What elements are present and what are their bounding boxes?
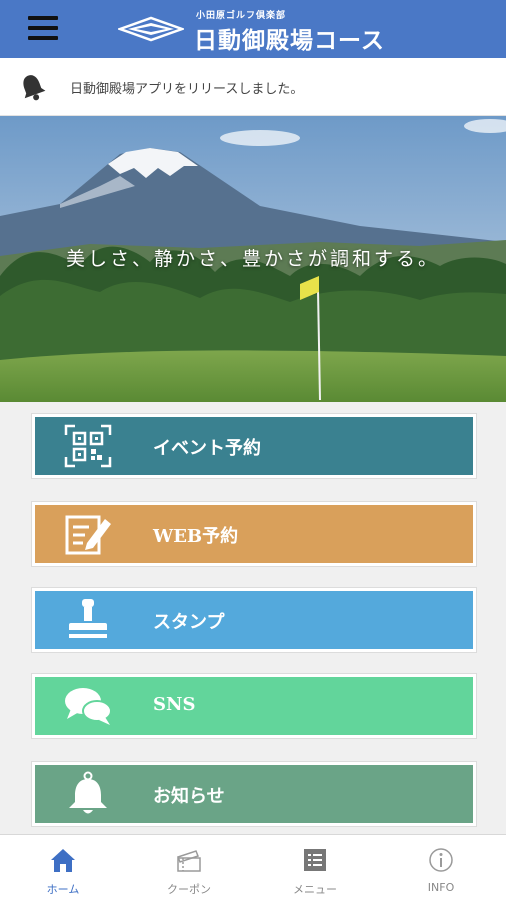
notice-text: 日動御殿場アプリをリリースしました。 — [70, 82, 304, 97]
edit-form-icon — [65, 515, 111, 555]
web-reservation-label: WEB予約 — [153, 526, 239, 547]
app-header: 小田原ゴルフ倶楽部 日動御殿場コース — [0, 0, 506, 58]
tab-menu[interactable]: メニュー — [252, 835, 378, 900]
bottom-tab-bar: ホーム クーポン メニュー INFO — [0, 834, 506, 900]
app-logo: 小田原ゴルフ倶楽部 日動御殿場コース — [118, 6, 398, 54]
info-icon — [429, 848, 453, 872]
tab-coupon[interactable]: クーポン — [126, 835, 252, 900]
tab-home-label: ホーム — [46, 883, 80, 896]
stamp-button[interactable]: スタンプ — [32, 588, 476, 652]
qr-code-icon — [64, 424, 112, 468]
event-reservation-button[interactable]: イベント予約 — [32, 414, 476, 478]
news-label: お知らせ — [153, 786, 225, 807]
logo-title: 日動御殿場コース — [194, 28, 385, 54]
list-icon — [304, 849, 326, 871]
bell-icon — [69, 771, 107, 814]
tab-menu-label: メニュー — [293, 883, 337, 896]
coupon-icon — [177, 850, 201, 872]
notice-bar[interactable]: 日動御殿場アプリをリリースしました。 — [0, 58, 506, 116]
tab-info[interactable]: INFO — [378, 835, 504, 900]
chat-bubbles-icon — [65, 688, 112, 725]
tab-coupon-label: クーポン — [167, 883, 211, 896]
main-menu: イベント予約 WEB予約 スタンプ SNS お知らせ — [0, 402, 506, 834]
bell-icon — [23, 75, 46, 101]
event-reservation-label: イベント予約 — [153, 438, 261, 459]
logo-subtitle: 小田原ゴルフ倶楽部 — [196, 11, 287, 21]
sns-label: SNS — [153, 694, 196, 715]
hamburger-menu-icon[interactable] — [28, 16, 58, 40]
web-reservation-button[interactable]: WEB予約 — [32, 502, 476, 566]
tab-info-label: INFO — [427, 881, 455, 894]
hero-tagline: 美しさ、静かさ、豊かさが調和する。 — [65, 248, 440, 270]
home-icon — [51, 849, 75, 872]
news-button[interactable]: お知らせ — [32, 762, 476, 826]
sns-button[interactable]: SNS — [32, 674, 476, 738]
hero-banner: 美しさ、静かさ、豊かさが調和する。 — [0, 116, 506, 402]
stamp-icon — [69, 599, 107, 638]
tab-home[interactable]: ホーム — [0, 835, 126, 900]
logo-mark-icon — [118, 16, 184, 42]
stamp-label: スタンプ — [153, 612, 225, 633]
